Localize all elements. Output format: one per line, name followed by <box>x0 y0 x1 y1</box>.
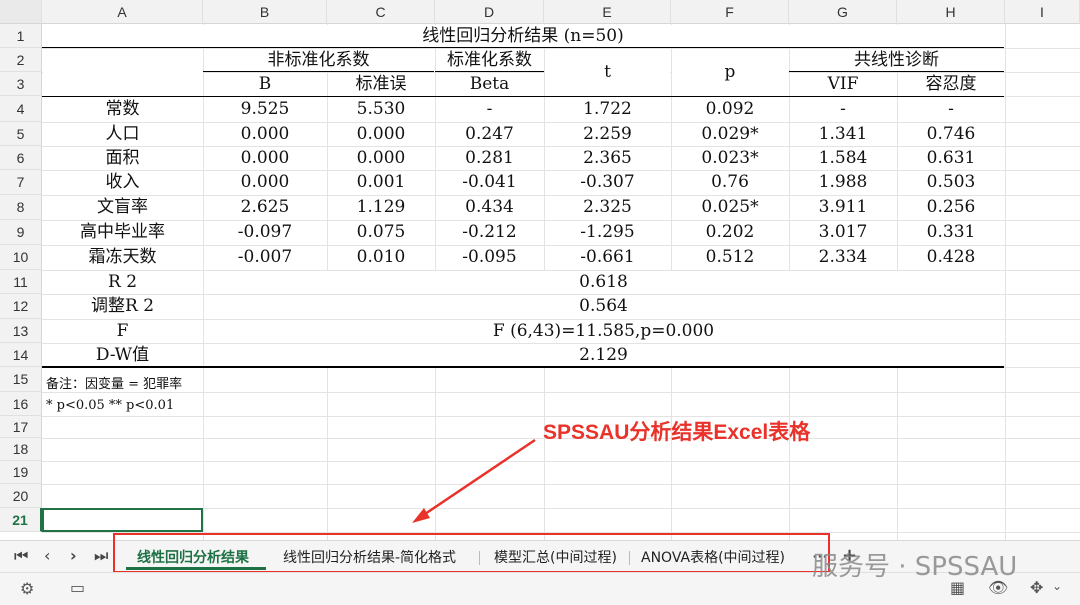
chevron-down-icon[interactable]: ⌄ <box>1052 579 1062 593</box>
annotation-arrow <box>412 438 536 523</box>
layout-icon[interactable]: ✥ <box>1030 578 1043 597</box>
last-sheet-button[interactable]: ⏭ <box>94 546 108 566</box>
first-sheet-button[interactable]: ⏮ <box>14 546 28 566</box>
macro-icon[interactable]: ⚙ <box>20 579 34 598</box>
next-sheet-icon[interactable]: › <box>70 546 77 565</box>
prev-sheet-icon[interactable]: ‹ <box>44 546 50 565</box>
sheet-view-icon[interactable]: ▭ <box>70 578 85 597</box>
watermark: 服务号 · SPSSAU <box>812 552 1018 582</box>
tabs-highlight-box <box>113 533 830 573</box>
